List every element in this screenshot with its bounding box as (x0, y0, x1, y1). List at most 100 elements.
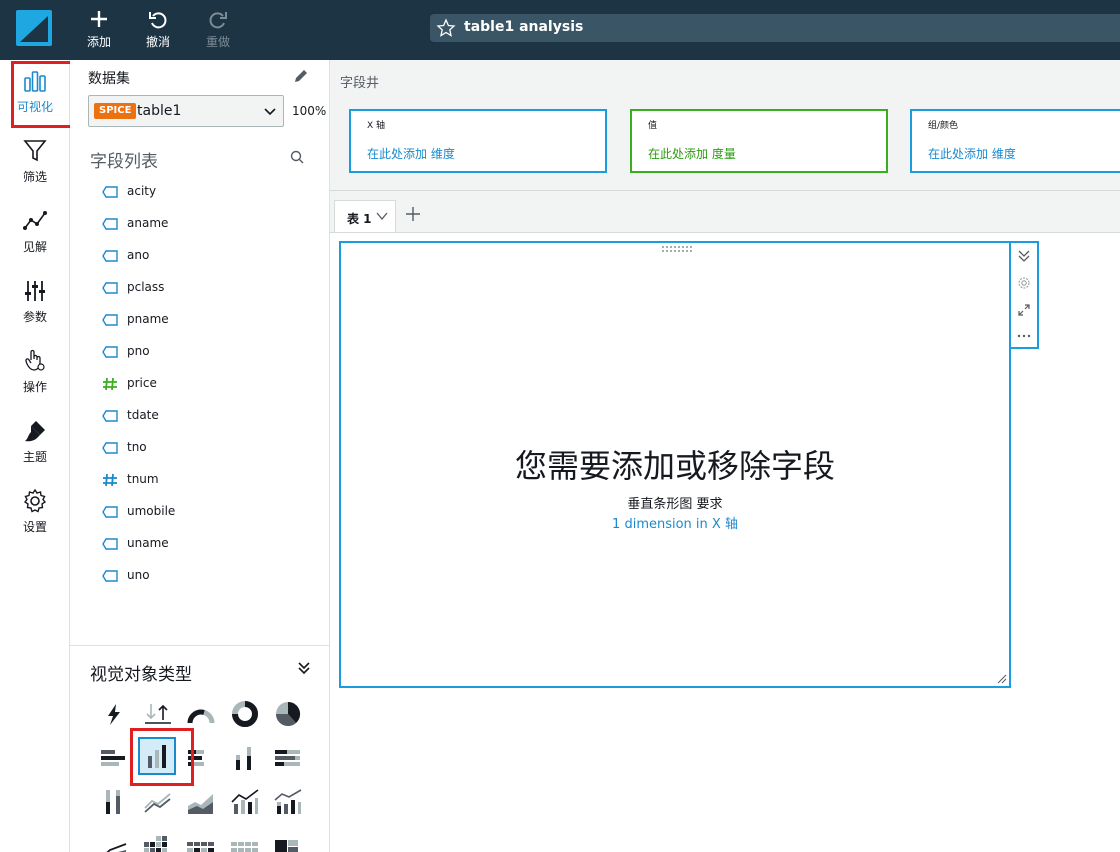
filter-icon (23, 140, 47, 162)
pencil-icon[interactable] (293, 68, 309, 84)
dimension-tag-icon (102, 218, 118, 230)
resize-handle-icon[interactable] (997, 674, 1007, 684)
field-name: tdate (127, 408, 159, 422)
quicksight-logo[interactable] (16, 10, 52, 46)
well-label: 组/颜色 (928, 121, 959, 131)
pivot-table-icon[interactable] (185, 830, 217, 852)
well-drop-hint: 在此处添加 维度 (367, 147, 455, 161)
tab-sheet-1[interactable]: 表 1 (334, 200, 396, 232)
field-name: ano (127, 248, 150, 262)
sheet-canvas: 您需要添加或移除字段 垂直条形图 要求 1 dimension in X 轴 (330, 232, 1120, 852)
spice-badge: SPICE (94, 103, 137, 119)
chevron-down-icon[interactable] (375, 209, 389, 223)
analysis-title: table1 analysis (464, 19, 584, 35)
combo-bar-line-icon[interactable] (229, 786, 261, 818)
spice-usage: 100% (292, 104, 327, 118)
dimension-tag-icon (102, 314, 118, 326)
hand-pointer-icon (25, 349, 45, 371)
dataset-select[interactable]: SPICE table1 (88, 95, 284, 127)
field-name: price (127, 376, 157, 390)
nav-insights[interactable]: 见解 (0, 200, 70, 262)
well-group-color[interactable]: 组/颜色 在此处添加 维度 (910, 109, 1120, 173)
visual-container[interactable]: 您需要添加或移除字段 垂直条形图 要求 1 dimension in X 轴 (339, 241, 1011, 688)
plus-icon (91, 11, 107, 27)
nav-themes[interactable]: 主题 (0, 410, 70, 472)
drag-handle-icon[interactable] (661, 245, 693, 253)
more-options-ellipsis-icon[interactable] (1017, 329, 1031, 343)
dimension-tag-icon (102, 282, 118, 294)
visual-menu-rail (1011, 241, 1039, 349)
top-toolbar: 添加 撤消 重做 table1 analysis (0, 0, 1120, 60)
field-name: aname (127, 216, 169, 230)
redo-icon (209, 12, 227, 29)
dataset-panel: 数据集 SPICE table1 100% 字段列表 acity aname a… (70, 60, 330, 852)
nav-themes-label: 主题 (22, 450, 47, 464)
nav-parameters[interactable]: 参数 (0, 270, 70, 332)
visual-empty-message: 您需要添加或移除字段 (514, 447, 835, 485)
visual-requirement-detail: 1 dimension in X 轴 (612, 517, 738, 532)
dimension-tag-icon (102, 410, 118, 422)
area-line-icon[interactable] (98, 830, 130, 852)
gear-icon (23, 488, 47, 513)
well-value[interactable]: 值 在此处添加 度量 (630, 109, 888, 173)
add-sheet-plus-icon[interactable] (404, 205, 422, 223)
insights-icon (23, 211, 47, 230)
field-name: pname (127, 312, 169, 326)
add-button[interactable]: 添加 (79, 8, 119, 52)
autograph-lightning-icon[interactable] (98, 698, 130, 730)
nav-settings[interactable]: 设置 (0, 480, 70, 542)
field-name: umobile (127, 504, 176, 518)
dimension-tag-icon (102, 570, 118, 582)
redo-label: 重做 (205, 35, 230, 49)
dimension-tag-icon (102, 506, 118, 518)
left-nav: 可视化 筛选 见解 参数 操作 主题 设置 (0, 60, 70, 852)
star-icon[interactable] (436, 18, 456, 38)
chevron-double-down-icon[interactable] (297, 661, 311, 675)
nav-actions-label: 操作 (22, 380, 47, 394)
dimension-tag-icon (102, 250, 118, 262)
nav-parameters-label: 参数 (22, 310, 47, 324)
analysis-title-field[interactable]: table1 analysis (430, 14, 1120, 42)
well-label: X 轴 (367, 121, 386, 131)
area-chart-icon[interactable] (185, 786, 217, 818)
pie-chart-icon[interactable] (272, 698, 304, 730)
undo-button[interactable]: 撤消 (138, 8, 178, 52)
gauge-icon[interactable] (185, 698, 217, 730)
nav-filter[interactable]: 筛选 (0, 130, 70, 192)
well-drop-hint: 在此处添加 度量 (648, 147, 736, 161)
analysis-workspace: 字段井 X 轴 在此处添加 维度 值 在此处添加 度量 组/颜色 在此处添加 维… (330, 60, 1120, 852)
field-name: pclass (127, 280, 165, 294)
redo-button[interactable]: 重做 (198, 8, 238, 52)
expand-icon[interactable] (1017, 303, 1031, 317)
percent-vertical-bar-icon[interactable] (98, 786, 130, 818)
line-chart-icon[interactable] (142, 786, 174, 818)
well-x-axis[interactable]: X 轴 在此处添加 维度 (349, 109, 607, 173)
divider (70, 645, 329, 646)
combo-stacked-bar-line-icon[interactable] (272, 786, 304, 818)
table-icon[interactable] (229, 830, 261, 852)
undo-label: 撤消 (145, 35, 170, 49)
field-name: uno (127, 568, 150, 582)
percent-horizontal-bar-icon[interactable] (272, 742, 304, 774)
undo-icon (149, 12, 167, 29)
dimension-tag-icon (102, 538, 118, 550)
kpi-icon[interactable] (142, 698, 174, 730)
search-icon[interactable] (290, 150, 304, 164)
field-name: tnum (127, 472, 159, 486)
horizontal-bar-chart-icon[interactable] (98, 742, 130, 774)
collapse-double-chevron-icon[interactable] (1017, 249, 1031, 263)
nav-actions[interactable]: 操作 (0, 340, 70, 402)
sheet-tab-label: 表 1 (347, 212, 372, 226)
format-visual-gear-icon[interactable] (1017, 276, 1031, 290)
heat-map-icon[interactable] (142, 830, 174, 852)
highlight-box-vertical-bar (130, 728, 194, 786)
dimension-tag-icon (102, 346, 118, 358)
nav-settings-label: 设置 (22, 520, 47, 534)
nav-filter-label: 筛选 (22, 170, 47, 184)
highlight-box-visualize (11, 61, 76, 128)
add-label: 添加 (86, 35, 111, 49)
measure-hash-icon (103, 473, 117, 487)
donut-chart-icon[interactable] (229, 698, 261, 730)
stacked-vertical-bar-icon[interactable] (229, 742, 261, 774)
tree-map-icon[interactable] (272, 830, 304, 852)
